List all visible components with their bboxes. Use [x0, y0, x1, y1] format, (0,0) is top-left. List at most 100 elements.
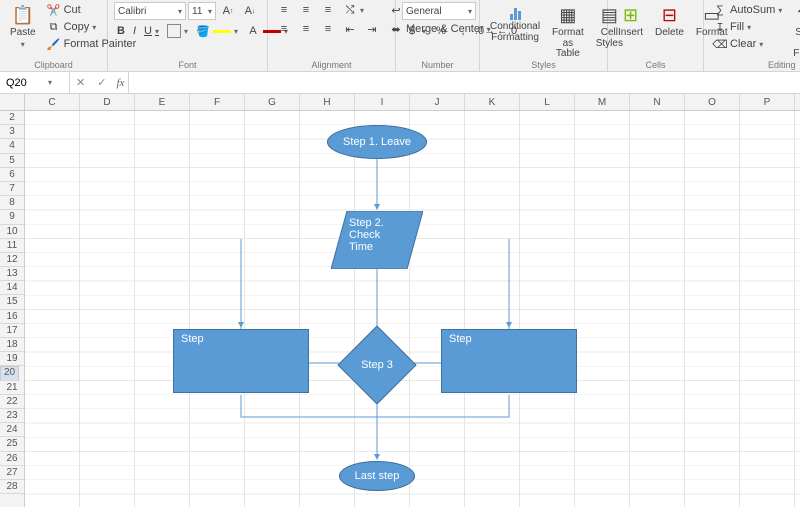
- name-box-input[interactable]: [4, 76, 44, 90]
- row-header[interactable]: 7: [0, 182, 24, 196]
- percent-format-button[interactable]: %: [431, 23, 451, 39]
- delete-cells-button[interactable]: ⊟ Delete: [651, 2, 688, 41]
- percent-icon: %: [434, 24, 448, 38]
- autosum-button[interactable]: ∑AutoSum▾: [710, 2, 785, 18]
- row-header[interactable]: 20: [0, 366, 19, 380]
- fill-button[interactable]: ↧Fill▾: [710, 19, 785, 35]
- column-header[interactable]: P: [740, 94, 795, 110]
- row-header[interactable]: 4: [0, 139, 24, 153]
- column-header[interactable]: E: [135, 94, 190, 110]
- increase-font-button[interactable]: A↑: [218, 3, 238, 19]
- font-family-select[interactable]: Calibri ▾: [114, 2, 186, 20]
- paste-button[interactable]: 📋 Paste ▾: [6, 2, 40, 51]
- flow-end[interactable]: Last step: [339, 461, 415, 491]
- row-header[interactable]: 27: [0, 466, 24, 480]
- row-headers: 2345678910111213141516171819202122232425…: [0, 111, 25, 507]
- flow-start-label: Step 1. Leave: [343, 136, 411, 149]
- column-header[interactable]: O: [685, 94, 740, 110]
- column-header[interactable]: D: [80, 94, 135, 110]
- chevron-down-icon: ▾: [360, 6, 364, 15]
- fill-color-button[interactable]: 🪣▾: [193, 23, 241, 39]
- bold-button[interactable]: B: [114, 24, 128, 38]
- column-header[interactable]: H: [300, 94, 355, 110]
- accounting-format-button[interactable]: $▾: [402, 23, 429, 39]
- font-size-select[interactable]: 11 ▾: [188, 2, 216, 20]
- enter-formula-button[interactable]: ✓: [91, 74, 112, 91]
- row-header[interactable]: 25: [0, 437, 24, 451]
- align-top-button[interactable]: ≡: [274, 2, 294, 18]
- cell-grid[interactable]: Step 1. Leave Step 2. Check Time Step St…: [25, 111, 800, 507]
- row-header[interactable]: 16: [0, 310, 24, 324]
- worksheet[interactable]: CDEFGHIJKLMNOP 2345678910111213141516171…: [0, 94, 800, 507]
- row-header[interactable]: 22: [0, 395, 24, 409]
- group-label: Editing: [704, 60, 800, 70]
- fx-icon[interactable]: fx: [112, 77, 128, 89]
- row-header[interactable]: 24: [0, 423, 24, 437]
- row-header[interactable]: 23: [0, 409, 24, 423]
- column-header[interactable]: N: [630, 94, 685, 110]
- flow-check[interactable]: Step 2. Check Time: [331, 211, 423, 269]
- align-bottom-button[interactable]: ≡: [318, 2, 338, 18]
- align-center-button[interactable]: ≡: [296, 21, 316, 37]
- number-format-select[interactable]: General ▾: [402, 2, 476, 20]
- clear-button[interactable]: ⌫Clear▾: [710, 36, 785, 52]
- row-header[interactable]: 26: [0, 452, 24, 466]
- name-box[interactable]: ▾: [0, 72, 70, 93]
- column-header[interactable]: K: [465, 94, 520, 110]
- column-header[interactable]: I: [355, 94, 410, 110]
- row-header[interactable]: 12: [0, 253, 24, 267]
- indent-icon: ⇥: [365, 22, 379, 36]
- fill-down-icon: ↧: [713, 20, 727, 34]
- row-header[interactable]: 9: [0, 210, 24, 224]
- increase-font-icon: A↑: [221, 4, 235, 18]
- cancel-formula-button[interactable]: ✕: [70, 74, 91, 91]
- underline-button[interactable]: U▾: [141, 24, 162, 38]
- column-header[interactable]: L: [520, 94, 575, 110]
- align-left-button[interactable]: ≡: [274, 21, 294, 37]
- insert-cells-button[interactable]: ⊞ Insert: [614, 2, 647, 41]
- column-header[interactable]: G: [245, 94, 300, 110]
- increase-indent-button[interactable]: ⇥: [362, 21, 382, 37]
- chevron-down-icon: ▾: [422, 27, 426, 36]
- orientation-button[interactable]: ⤭▾: [340, 2, 367, 18]
- flow-right-step[interactable]: Step: [441, 329, 577, 393]
- group-alignment: ≡ ≡ ≡ ⤭▾ ≡ ≡ ≡ ⇤ ⇥ ↩ Wrap Text: [268, 0, 396, 71]
- sort-filter-button[interactable]: ⇅ Sort & Filter: [789, 2, 800, 62]
- column-header[interactable]: F: [190, 94, 245, 110]
- row-header[interactable]: 19: [0, 352, 24, 366]
- flow-start[interactable]: Step 1. Leave: [327, 125, 427, 159]
- column-header[interactable]: C: [25, 94, 80, 110]
- row-header[interactable]: 3: [0, 125, 24, 139]
- row-header[interactable]: 18: [0, 338, 24, 352]
- row-header[interactable]: 14: [0, 281, 24, 295]
- row-header[interactable]: 10: [0, 225, 24, 239]
- font-size-value: 11: [192, 6, 202, 17]
- align-middle-button[interactable]: ≡: [296, 2, 316, 18]
- decrease-font-button[interactable]: A↓: [240, 3, 260, 19]
- column-header[interactable]: J: [410, 94, 465, 110]
- row-header[interactable]: 17: [0, 324, 24, 338]
- decrease-indent-button[interactable]: ⇤: [340, 21, 360, 37]
- select-all-corner[interactable]: [0, 94, 25, 110]
- table-label: Format as Table: [552, 28, 584, 60]
- format-as-table-button[interactable]: ▦ Format as Table: [548, 2, 588, 62]
- row-header[interactable]: 8: [0, 196, 24, 210]
- italic-button[interactable]: I: [130, 24, 139, 38]
- formula-input[interactable]: [129, 72, 800, 93]
- comma-format-button[interactable]: ,: [453, 23, 473, 39]
- conditional-formatting-button[interactable]: Conditional Formatting: [486, 2, 544, 45]
- flow-decision[interactable]: Step 3: [349, 337, 405, 393]
- row-header[interactable]: 21: [0, 381, 24, 395]
- row-header[interactable]: 11: [0, 239, 24, 253]
- row-header[interactable]: 15: [0, 295, 24, 309]
- align-right-button[interactable]: ≡: [318, 21, 338, 37]
- flow-left-step[interactable]: Step: [173, 329, 309, 393]
- row-header[interactable]: 6: [0, 168, 24, 182]
- row-header[interactable]: 28: [0, 480, 24, 494]
- border-button[interactable]: ▾: [164, 23, 191, 39]
- flow-right-label: Step: [449, 333, 472, 346]
- row-header[interactable]: 13: [0, 267, 24, 281]
- row-header[interactable]: 5: [0, 154, 24, 168]
- row-header[interactable]: 2: [0, 111, 24, 125]
- column-header[interactable]: M: [575, 94, 630, 110]
